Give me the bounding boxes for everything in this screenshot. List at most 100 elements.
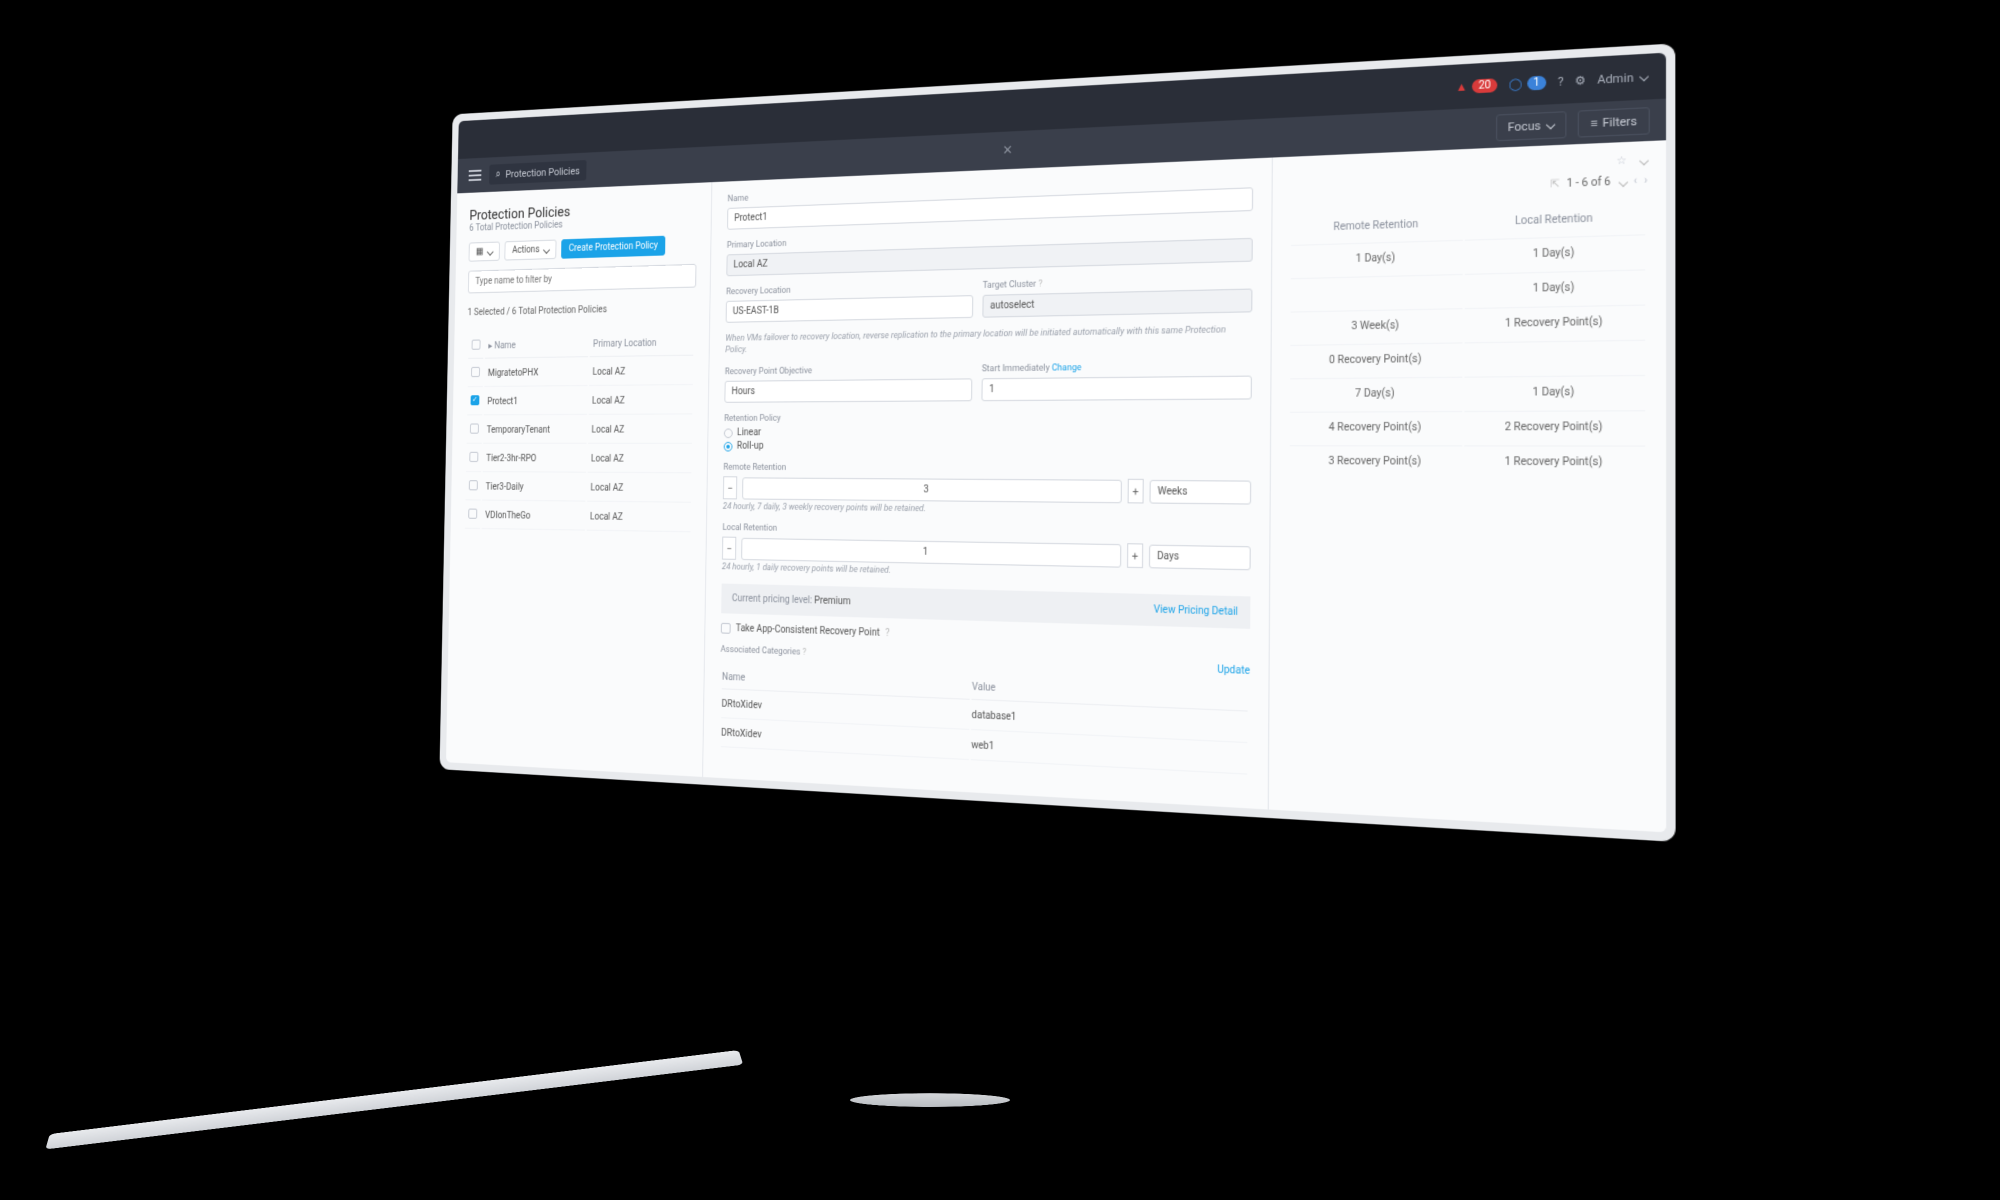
selection-summary: 1 Selected / 6 Total Protection Policies: [467, 297, 696, 323]
col-local-retention: Local Retention: [1464, 202, 1645, 237]
remote-ret-minus[interactable]: −: [723, 477, 738, 500]
chevron-down-icon[interactable]: [1639, 156, 1649, 165]
change-link[interactable]: Change: [1052, 364, 1082, 374]
remote-retention-cell: 7 Day(s): [1290, 377, 1462, 410]
table-row: 0 Recovery Point(s): [1290, 340, 1645, 377]
col-name[interactable]: ▸ Name: [485, 332, 588, 359]
focus-dropdown[interactable]: Focus: [1496, 111, 1567, 141]
row-name: TemporaryTenant: [483, 417, 587, 444]
row-location: Local AZ: [587, 503, 691, 532]
recovery-location-select[interactable]: [726, 295, 974, 323]
local-retention-cell: [1464, 340, 1645, 375]
alerts-count: 20: [1472, 78, 1498, 93]
local-retention-cell: 1 Day(s): [1464, 375, 1645, 409]
row-name: Tier2-3hr-RPO: [483, 445, 587, 472]
filters-button[interactable]: ≡ Filters: [1578, 107, 1650, 138]
remote-ret-unit-select[interactable]: [1150, 480, 1252, 505]
tasks-icon: ◯: [1509, 76, 1523, 91]
detail-panel: Name Primary Location Recovery Location …: [703, 158, 1272, 810]
retention-linear-radio[interactable]: Linear: [724, 427, 1252, 439]
assoc-categories-table: Name Value DRtoXidevdatabase1DRtoXidevwe…: [719, 665, 1250, 778]
chevron-down-icon: [1546, 120, 1556, 129]
app-consistent-checkbox[interactable]: [721, 623, 731, 634]
update-categories-link[interactable]: Update: [1217, 664, 1250, 677]
rpo-value-input[interactable]: [981, 376, 1251, 402]
monitor-stand: [849, 1093, 1011, 1107]
export-icon[interactable]: ⇱: [1550, 178, 1559, 190]
bell-icon: ▲: [1456, 79, 1468, 93]
row-checkbox[interactable]: [471, 395, 480, 405]
failover-note: When VMs failover to recovery location, …: [725, 325, 1252, 357]
local-ret-unit-select[interactable]: [1149, 544, 1251, 570]
left-panel: Protection Policies 6 Total Protection P…: [446, 182, 712, 777]
radio-icon: [724, 428, 733, 438]
help-icon[interactable]: ?: [802, 648, 806, 658]
tasks-badge[interactable]: ◯ 1: [1509, 75, 1547, 91]
row-name: MigratetoPHX: [484, 359, 588, 387]
table-row: 1 Day(s): [1291, 269, 1646, 309]
user-label: Admin: [1597, 70, 1633, 86]
col-remote-retention: Remote Retention: [1291, 209, 1462, 243]
alerts-badge[interactable]: ▲ 20: [1456, 78, 1498, 94]
pager-next[interactable]: ›: [1644, 175, 1647, 187]
rpo-label: Recovery Point Objective: [725, 365, 973, 378]
local-ret-plus[interactable]: +: [1127, 544, 1144, 569]
view-pricing-link[interactable]: View Pricing Detail: [1154, 605, 1238, 619]
table-row[interactable]: MigratetoPHXLocal AZ: [468, 358, 694, 388]
remote-retention-cell: 4 Recovery Point(s): [1290, 411, 1462, 443]
chevron-down-icon[interactable]: [1618, 177, 1628, 186]
remote-retention-cell: 3 Week(s): [1290, 308, 1462, 343]
target-cluster-select[interactable]: [982, 289, 1252, 318]
table-row[interactable]: TemporaryTenantLocal AZ: [467, 416, 693, 444]
select-all-checkbox[interactable]: [472, 340, 481, 350]
remote-ret-plus[interactable]: +: [1127, 479, 1144, 504]
table-row[interactable]: Tier3-DailyLocal AZ: [465, 474, 691, 503]
row-checkbox[interactable]: [471, 367, 480, 377]
chevron-down-icon: [543, 246, 550, 254]
local-ret-minus[interactable]: −: [722, 537, 737, 560]
remote-retention-label: Remote Retention: [723, 463, 1251, 476]
help-icon[interactable]: ?: [1558, 74, 1564, 88]
recovery-location-label: Recovery Location: [726, 281, 973, 297]
col-primary-location[interactable]: Primary Location: [590, 330, 694, 357]
pager: ⇱ 1 - 6 of 6 ‹ ›: [1289, 175, 1647, 200]
pager-prev[interactable]: ‹: [1634, 175, 1637, 187]
hamburger-icon[interactable]: [469, 170, 482, 181]
row-checkbox[interactable]: [469, 480, 478, 490]
breadcrumb: Protection Policies: [505, 164, 580, 179]
row-location: Local AZ: [589, 358, 693, 386]
actions-dropdown[interactable]: Actions: [505, 240, 557, 261]
table-row[interactable]: Tier2-3hr-RPOLocal AZ: [466, 445, 692, 473]
pager-range: 1 - 6 of 6: [1567, 176, 1611, 190]
start-immediately-label: Start Immediately Change: [982, 361, 1252, 374]
user-menu[interactable]: Admin: [1597, 70, 1647, 87]
retention-rollup-radio[interactable]: Roll-up: [724, 441, 1252, 453]
filter-input[interactable]: [468, 264, 696, 294]
create-policy-button[interactable]: Create Protection Policy: [561, 236, 665, 259]
rpo-unit-select[interactable]: [724, 379, 972, 403]
chevron-down-icon: [1639, 72, 1649, 81]
row-checkbox[interactable]: [469, 452, 478, 462]
local-ret-value[interactable]: [742, 538, 1121, 568]
grid-view-button[interactable]: ▦: [469, 242, 501, 262]
local-retention-cell: 1 Recovery Point(s): [1464, 304, 1645, 340]
row-location: Local AZ: [588, 446, 692, 474]
app-screen: ▲ 20 ◯ 1 ? ⚙ Admin ⌕ Protection Policies: [446, 53, 1666, 833]
table-row[interactable]: Protect1Local AZ: [467, 387, 693, 415]
local-retention-cell: 1 Day(s): [1464, 234, 1645, 272]
help-icon[interactable]: ?: [885, 628, 889, 639]
close-icon[interactable]: ✕: [1002, 143, 1013, 158]
row-checkbox[interactable]: [470, 424, 479, 434]
monitor-frame: ▲ 20 ◯ 1 ? ⚙ Admin ⌕ Protection Policies: [440, 43, 1676, 842]
row-checkbox[interactable]: [468, 509, 477, 519]
table-row[interactable]: VDIonTheGoLocal AZ: [465, 502, 691, 532]
tasks-count: 1: [1527, 75, 1547, 90]
local-retention-cell: 1 Day(s): [1464, 269, 1645, 306]
row-location: Local AZ: [589, 387, 693, 415]
remote-ret-value[interactable]: [742, 477, 1121, 503]
table-row: 3 Recovery Point(s)1 Recovery Point(s): [1290, 445, 1646, 478]
gear-icon[interactable]: ⚙: [1575, 73, 1586, 88]
star-icon[interactable]: ☆: [1616, 155, 1626, 167]
help-icon[interactable]: ?: [1038, 279, 1042, 289]
search-box[interactable]: ⌕ Protection Policies: [489, 160, 586, 185]
